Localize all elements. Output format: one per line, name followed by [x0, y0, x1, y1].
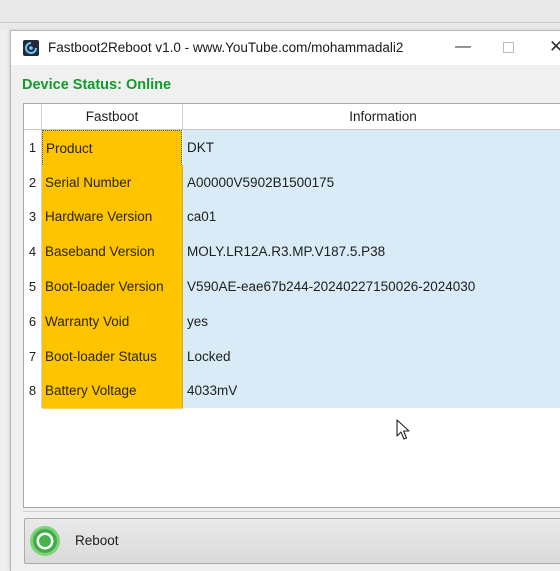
- row-number: 2: [24, 164, 42, 200]
- row-number: 8: [24, 373, 42, 409]
- close-button[interactable]: ✕: [549, 35, 560, 59]
- value-cell[interactable]: Locked: [183, 338, 560, 375]
- key-cell[interactable]: Battery Voltage: [42, 373, 183, 410]
- device-status-label: Device Status: Online: [22, 77, 172, 93]
- table-row[interactable]: 1 Product DKT: [24, 130, 560, 167]
- key-cell[interactable]: Warranty Void: [42, 304, 183, 340]
- app-window: Fastboot2Reboot v1.0 - www.YouTube.com/m…: [10, 30, 560, 571]
- device-info-grid[interactable]: Fastboot Information 1 Product DKT 2 Ser…: [23, 103, 560, 508]
- app-icon: [23, 40, 39, 56]
- table-row[interactable]: 7 Boot-loader Status Locked: [24, 338, 560, 375]
- key-cell[interactable]: Boot-loader Version: [42, 269, 183, 305]
- value-cell[interactable]: ca01: [183, 199, 560, 236]
- key-cell[interactable]: Product: [42, 130, 182, 167]
- column-header-information[interactable]: Information: [183, 104, 560, 130]
- background-divider: [0, 22, 560, 23]
- key-cell[interactable]: Boot-loader Status: [42, 338, 183, 375]
- row-number: 3: [24, 199, 42, 235]
- value-cell[interactable]: yes: [183, 304, 560, 340]
- maximize-button[interactable]: [503, 42, 514, 53]
- window-title: Fastboot2Reboot v1.0 - www.YouTube.com/m…: [48, 40, 404, 55]
- value-cell[interactable]: V590AE-eae67b244-20240227150026-2024030: [183, 269, 560, 305]
- key-cell[interactable]: Baseband Version: [42, 234, 183, 271]
- table-row[interactable]: 6 Warranty Void yes: [24, 304, 560, 340]
- value-cell[interactable]: A00000V5902B1500175: [183, 164, 560, 201]
- table-row[interactable]: 8 Battery Voltage 4033mV: [24, 373, 560, 410]
- row-number: 6: [24, 304, 42, 339]
- key-cell[interactable]: Serial Number: [42, 164, 183, 201]
- value-cell[interactable]: DKT: [183, 130, 560, 166]
- key-cell[interactable]: Hardware Version: [42, 199, 183, 236]
- row-number: 4: [24, 234, 42, 270]
- column-header-fastboot[interactable]: Fastboot: [42, 104, 183, 130]
- table-row[interactable]: 4 Baseband Version MOLY.LR12A.R3.MP.V187…: [24, 234, 560, 271]
- reboot-icon: [30, 526, 60, 556]
- value-cell[interactable]: MOLY.LR12A.R3.MP.V187.5.P38: [183, 234, 560, 271]
- row-number: 5: [24, 269, 42, 304]
- minimize-button[interactable]: —: [451, 36, 475, 58]
- value-cell[interactable]: 4033mV: [183, 373, 560, 410]
- row-header-corner: [24, 104, 42, 130]
- table-row[interactable]: 3 Hardware Version ca01: [24, 199, 560, 236]
- table-row[interactable]: 5 Boot-loader Version V590AE-eae67b244-2…: [24, 269, 560, 305]
- background-window-strip: [0, 0, 560, 30]
- mouse-pointer-icon: [396, 419, 410, 440]
- reboot-button-label: Reboot: [75, 533, 119, 548]
- footer-divider: [23, 511, 560, 512]
- row-number: 1: [24, 130, 42, 165]
- title-bar[interactable]: Fastboot2Reboot v1.0 - www.YouTube.com/m…: [11, 31, 560, 65]
- row-number: 7: [24, 338, 42, 374]
- reboot-button[interactable]: Reboot: [24, 518, 560, 564]
- table-row[interactable]: 2 Serial Number A00000V5902B1500175: [24, 164, 560, 201]
